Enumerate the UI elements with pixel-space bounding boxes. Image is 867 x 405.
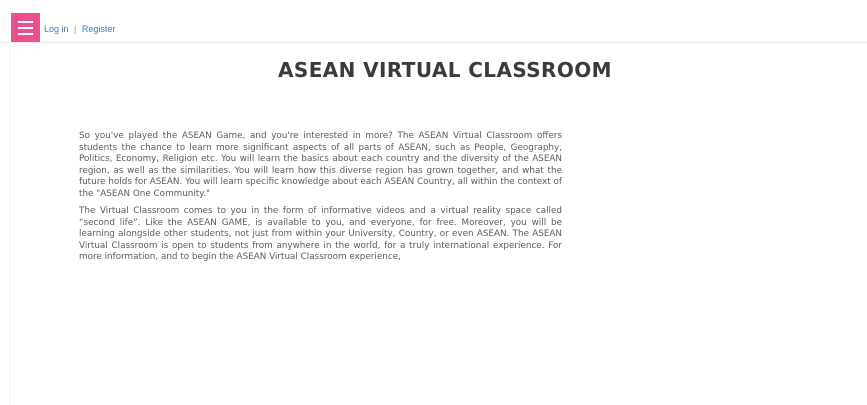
left-divider — [9, 43, 10, 405]
auth-links: Log in | Register — [44, 24, 115, 35]
menu-bar-line — [18, 21, 33, 23]
login-link[interactable]: Log in — [44, 24, 69, 34]
details-paragraph: The Virtual Classroom comes to you in th… — [79, 206, 562, 262]
auth-separator: | — [74, 24, 77, 34]
hamburger-menu-icon[interactable] — [11, 13, 40, 42]
menu-bar-line — [18, 27, 33, 29]
intro-paragraph: So you've played the ASEAN Game, and you… — [79, 131, 562, 199]
register-link[interactable]: Register — [82, 24, 116, 34]
top-bar: Log in | Register — [0, 0, 867, 43]
menu-bar-line — [18, 33, 33, 35]
page-title: ASEAN VIRTUAL CLASSROOM — [278, 58, 612, 82]
main-content: So you've played the ASEAN Game, and you… — [79, 131, 562, 270]
